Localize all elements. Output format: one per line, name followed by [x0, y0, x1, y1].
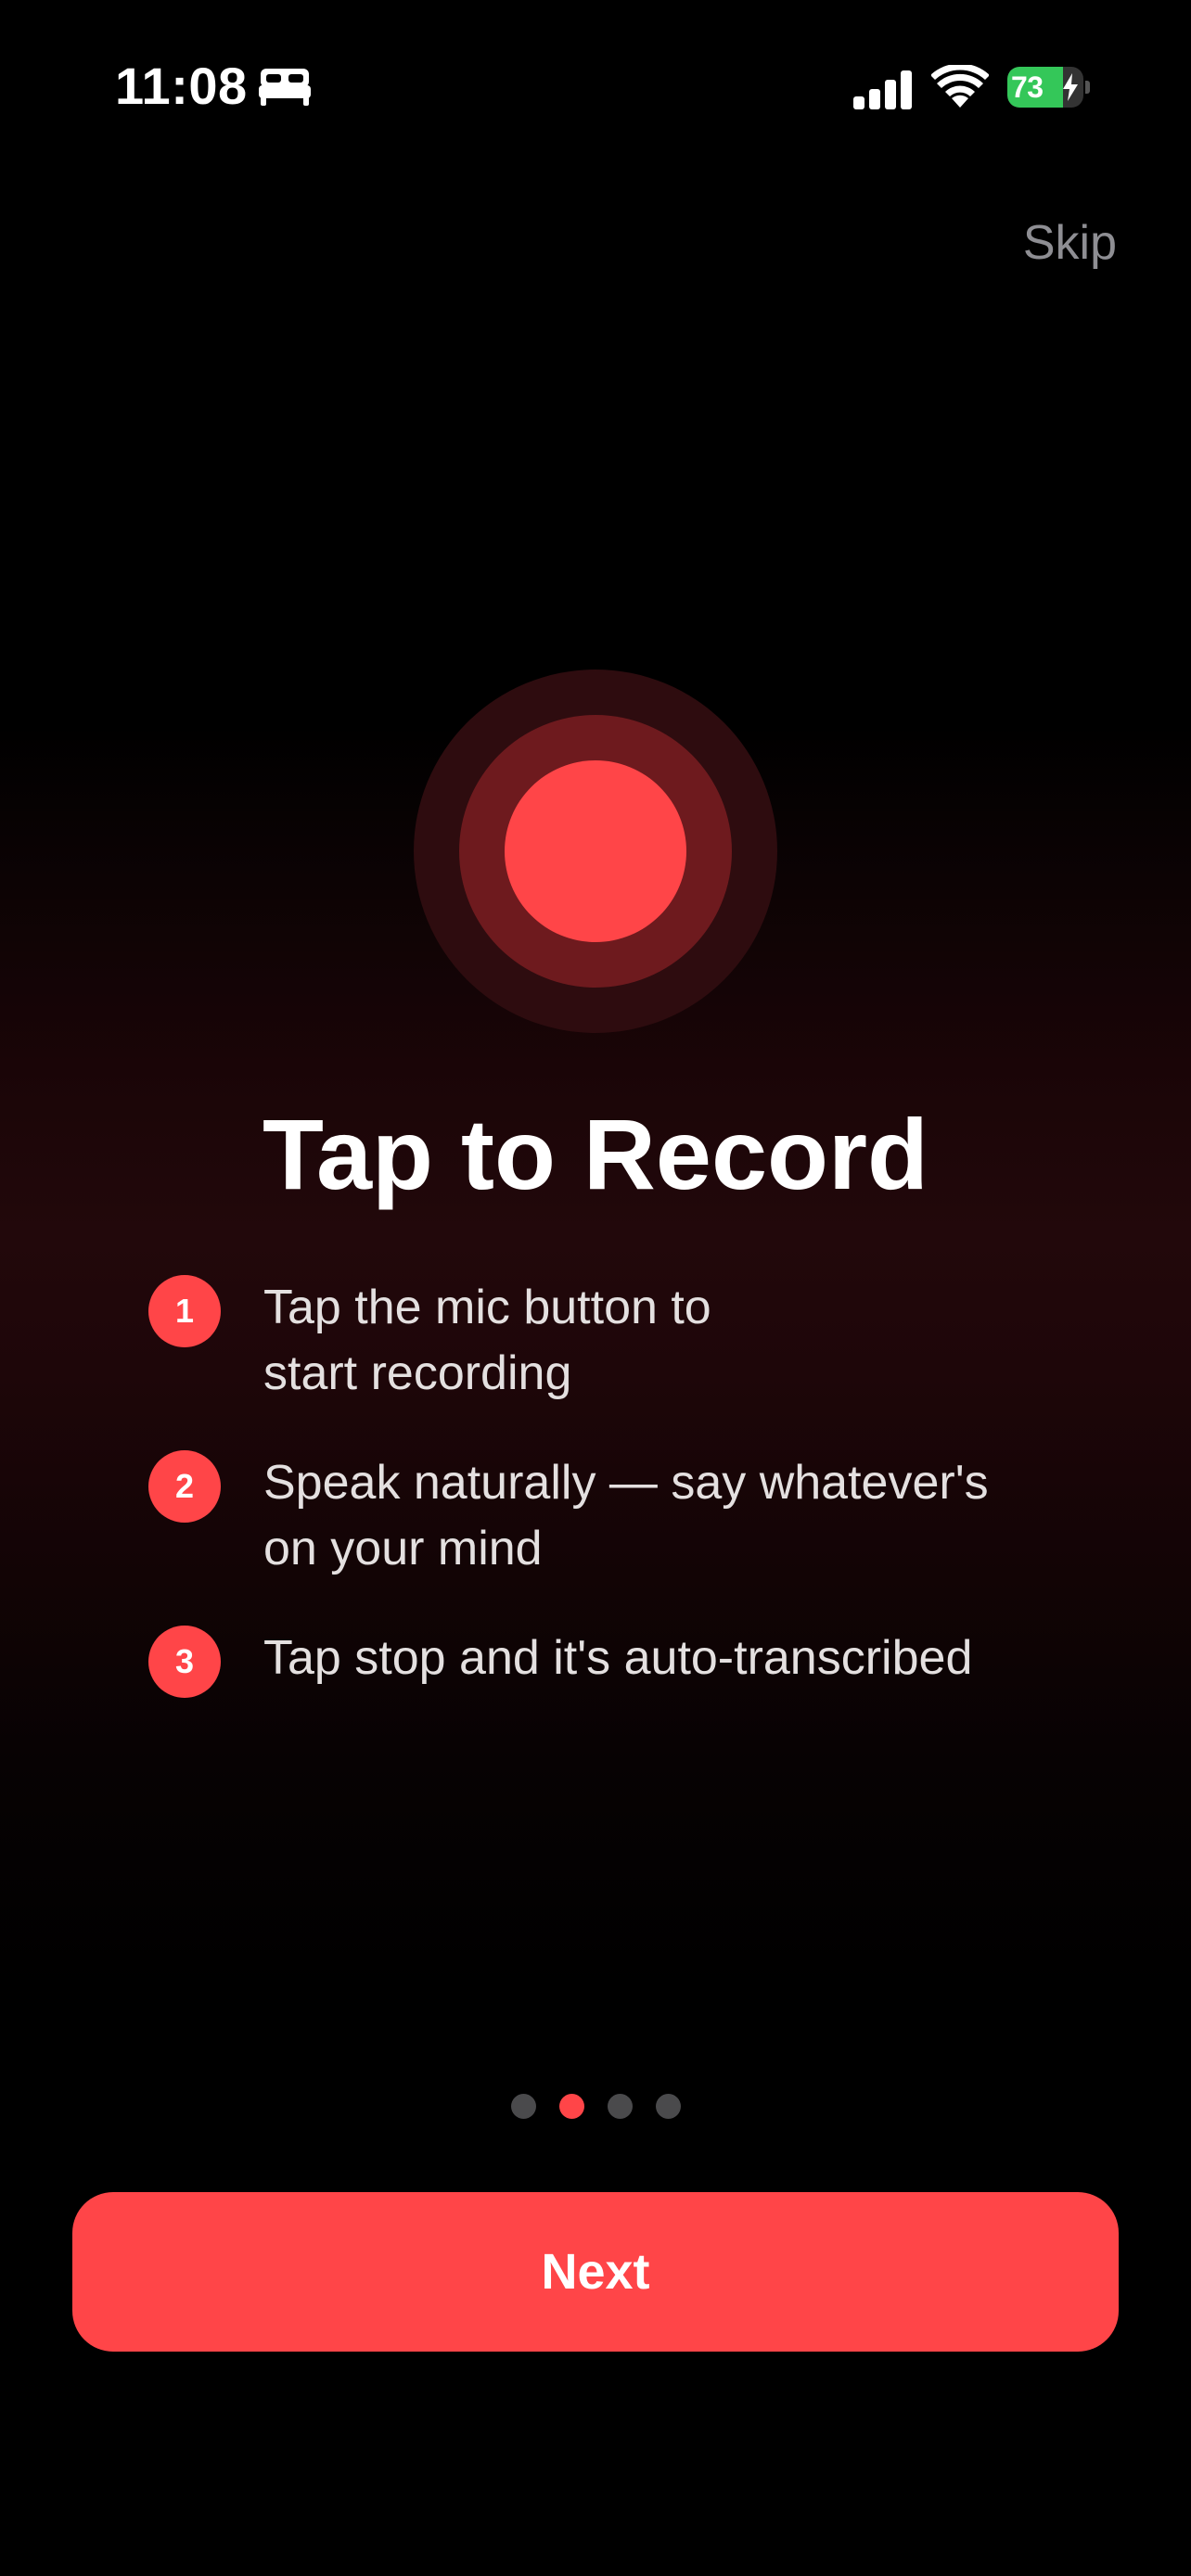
step-number-badge: 2 — [148, 1450, 221, 1523]
bed-icon — [259, 69, 311, 106]
record-core-dot — [505, 760, 686, 942]
page-dot-active[interactable] — [558, 2094, 584, 2119]
step-number-badge: 1 — [148, 1275, 221, 1347]
step-text: Tap stop and it's auto-transcribed — [263, 1631, 973, 1685]
steps-list: 1 Tap the mic button to start recording … — [148, 1275, 1076, 1698]
wifi-icon — [931, 65, 989, 108]
record-icon — [414, 670, 777, 1033]
next-button[interactable]: Next — [72, 2192, 1119, 2352]
page-indicator[interactable] — [0, 2094, 1191, 2119]
step-item: 1 Tap the mic button to start recording — [148, 1275, 1076, 1407]
onboarding-screen: 11:08 73 Skip Tap to Record 1 Tap the mi… — [0, 0, 1191, 2576]
skip-button[interactable]: Skip — [1023, 213, 1117, 273]
step-text: Tap the mic button to start recording — [263, 1281, 711, 1400]
step-item: 3 Tap stop and it's auto-transcribed — [148, 1626, 1076, 1698]
page-dot[interactable] — [607, 2094, 633, 2119]
battery-charging-icon: 73 — [1007, 67, 1091, 108]
step-text: Speak naturally — say whatever's on your… — [263, 1456, 989, 1575]
page-title: Tap to Record — [262, 1098, 929, 1210]
charging-bolt-icon — [1063, 73, 1078, 101]
cellular-signal-icon — [853, 70, 912, 109]
page-dot[interactable] — [510, 2094, 536, 2119]
page-dot[interactable] — [655, 2094, 681, 2119]
status-time: 11:08 — [115, 57, 248, 115]
status-bar: 11:08 73 — [0, 0, 1191, 176]
battery-percent: 73 — [1011, 70, 1044, 104]
step-item: 2 Speak naturally — say whatever's on yo… — [148, 1450, 1076, 1582]
step-number-badge: 3 — [148, 1626, 221, 1698]
